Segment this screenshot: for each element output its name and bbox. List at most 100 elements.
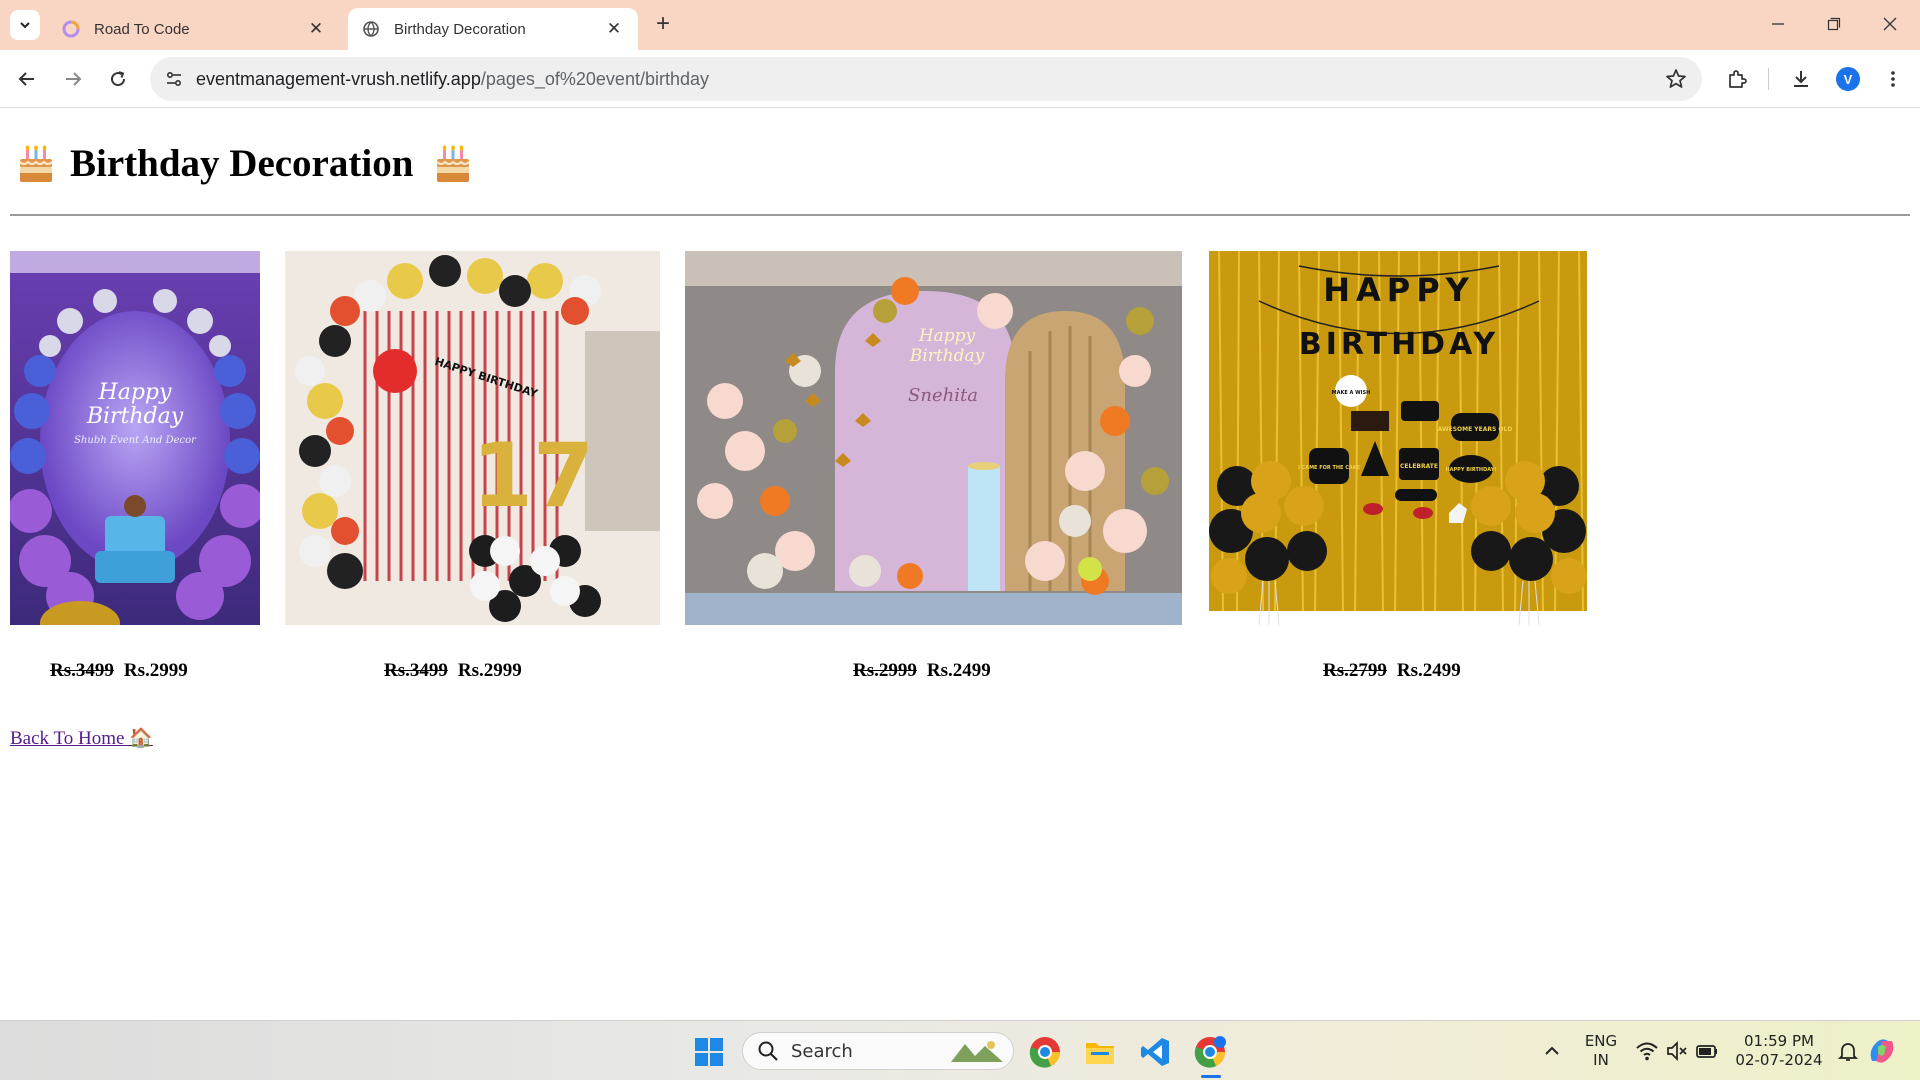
- current-price: Rs.2499: [926, 660, 991, 681]
- windows-start-icon[interactable]: [692, 1035, 726, 1069]
- close-icon: [1883, 17, 1897, 31]
- product-image[interactable]: Happy Birthday Snehita: [685, 251, 1182, 625]
- page-title: Birthday Decoration: [10, 141, 475, 186]
- minimize-button[interactable]: [1758, 8, 1798, 40]
- search-icon: [758, 1041, 778, 1061]
- close-icon[interactable]: ✕: [306, 19, 326, 39]
- battery-icon[interactable]: [1694, 1038, 1720, 1064]
- forward-button[interactable]: [58, 64, 88, 94]
- tab-title: Road To Code: [94, 20, 190, 38]
- windows-taskbar: Search ENG IN 01:59 PM 02-07-2024: [0, 1020, 1920, 1080]
- old-price: Rs.3499: [50, 660, 114, 681]
- reload-icon: [111, 71, 126, 87]
- image-text: MAKE A WISH: [1332, 390, 1371, 396]
- toolbar-separator: [1768, 68, 1769, 90]
- birthday-cake-icon: [19, 144, 53, 182]
- puzzle-icon: [1729, 70, 1747, 88]
- notification-bell-icon[interactable]: [1835, 1038, 1861, 1064]
- tab-road-to-code[interactable]: Road To Code ✕: [48, 8, 340, 50]
- old-price: Rs.3499: [384, 660, 448, 681]
- tab-birthday-decoration[interactable]: Birthday Decoration ✕: [348, 8, 638, 50]
- arrow-left-icon: [18, 72, 34, 86]
- image-text: Birthday: [909, 346, 985, 366]
- close-window-button[interactable]: [1870, 8, 1910, 40]
- price-row: Rs.2999 Rs.2499: [853, 660, 991, 682]
- chevron-up-icon[interactable]: [1538, 1037, 1566, 1065]
- close-icon[interactable]: ✕: [604, 19, 624, 39]
- road-to-code-icon: [62, 20, 80, 38]
- reload-button[interactable]: [103, 64, 133, 94]
- product-image[interactable]: HAPPY BIRTHDAY 17: [285, 251, 660, 625]
- restore-button[interactable]: [1814, 8, 1854, 40]
- image-text: HAPPY: [1323, 271, 1475, 309]
- old-price: Rs.2999: [853, 660, 917, 681]
- region-code: IN: [1593, 1051, 1609, 1069]
- image-text: Happy: [918, 326, 976, 346]
- image-text: I CAME FOR THE CAKE: [1298, 465, 1361, 471]
- clock-time: 01:59 PM: [1744, 1032, 1814, 1050]
- tab-search-button[interactable]: [10, 10, 40, 40]
- product-image[interactable]: Happy Birthday Shubh Event And Decor: [8, 251, 264, 645]
- image-text: Birthday: [86, 404, 184, 429]
- new-tab-button[interactable]: +: [650, 12, 676, 38]
- back-button[interactable]: [12, 64, 42, 94]
- page-content: Birthday Decoration Happy Birthday Shubh…: [0, 109, 1920, 1019]
- url-domain: eventmanagement-vrush.netlify.app: [196, 68, 481, 89]
- wifi-icon[interactable]: [1634, 1038, 1660, 1064]
- language-code: ENG: [1584, 1032, 1618, 1050]
- download-icon: [1794, 71, 1808, 87]
- image-text: HAPPY BIRTHDAY!: [1445, 467, 1496, 473]
- old-price: Rs.2799: [1323, 660, 1387, 681]
- product-image[interactable]: HAPPY BIRTHDAY MAKE A WISH AWESOME YEARS…: [1209, 250, 1589, 626]
- downloads-button[interactable]: [1786, 64, 1816, 94]
- bookmark-star-icon[interactable]: [1664, 67, 1688, 91]
- browser-tab-bar: Road To Code ✕ Birthday Decoration ✕ +: [0, 0, 1920, 50]
- image-text: AWESOME YEARS OLD: [1438, 426, 1513, 433]
- image-text: CELEBRATE: [1400, 463, 1438, 470]
- language-indicator[interactable]: ENG IN: [1582, 1032, 1620, 1070]
- price-row: Rs.3499 Rs.2999: [50, 660, 188, 682]
- arrow-right-icon: [66, 72, 82, 86]
- browser-toolbar: eventmanagement-vrush.netlify.app/pages_…: [0, 50, 1920, 108]
- copilot-icon[interactable]: [1864, 1033, 1900, 1069]
- current-price: Rs.2999: [123, 660, 188, 681]
- site-info-icon[interactable]: [162, 67, 186, 91]
- current-price: Rs.2499: [1396, 660, 1461, 681]
- back-to-home-link[interactable]: Back To Home 🏠: [10, 726, 153, 750]
- image-text: Happy: [98, 380, 172, 405]
- clock[interactable]: 01:59 PM 02-07-2024: [1730, 1032, 1828, 1070]
- globe-icon: [363, 21, 379, 37]
- image-text: BIRTHDAY: [1299, 327, 1499, 362]
- active-app-indicator: [1201, 1075, 1221, 1078]
- price-row: Rs.3499 Rs.2999: [384, 660, 522, 682]
- menu-button[interactable]: [1878, 64, 1908, 94]
- product-card[interactable]: Happy Birthday Shubh Event And Decor Rs.…: [8, 251, 264, 681]
- page-title-text: Birthday Decoration: [70, 142, 414, 185]
- url-path: /pages_of%20event/birthday: [480, 68, 709, 89]
- birthday-cake-icon: [436, 144, 471, 182]
- search-highlight-icon: [951, 1041, 1003, 1062]
- current-price: Rs.2999: [457, 660, 522, 681]
- chrome-icon[interactable]: [1028, 1035, 1062, 1069]
- price-row: Rs.2799 Rs.2499: [1323, 660, 1461, 682]
- horizontal-rule: [10, 214, 1910, 216]
- product-card[interactable]: HAPPY BIRTHDAY 17 Rs.3499 Rs.2999: [285, 251, 660, 681]
- more-vertical-icon: [1891, 71, 1895, 87]
- image-text: Shubh Event And Decor: [74, 435, 197, 446]
- tab-title: Birthday Decoration: [394, 20, 526, 38]
- file-explorer-icon[interactable]: [1083, 1035, 1117, 1069]
- address-bar[interactable]: eventmanagement-vrush.netlify.app/pages_…: [150, 57, 1702, 101]
- product-card[interactable]: HAPPY BIRTHDAY MAKE A WISH AWESOME YEARS…: [1209, 250, 1589, 681]
- restore-icon: [1827, 17, 1841, 31]
- extensions-button[interactable]: [1722, 64, 1752, 94]
- minimize-icon: [1772, 23, 1784, 25]
- vscode-icon[interactable]: [1138, 1035, 1172, 1069]
- image-text: 17: [472, 424, 594, 527]
- volume-muted-icon[interactable]: [1664, 1038, 1690, 1064]
- clock-date: 02-07-2024: [1735, 1051, 1823, 1069]
- image-text: Snehita: [908, 385, 978, 406]
- product-card[interactable]: Happy Birthday Snehita Rs.2999 Rs.2499: [685, 251, 1182, 681]
- chrome-profile-icon[interactable]: [1193, 1035, 1227, 1069]
- profile-avatar[interactable]: V: [1836, 67, 1860, 91]
- taskbar-search[interactable]: Search: [742, 1032, 1014, 1070]
